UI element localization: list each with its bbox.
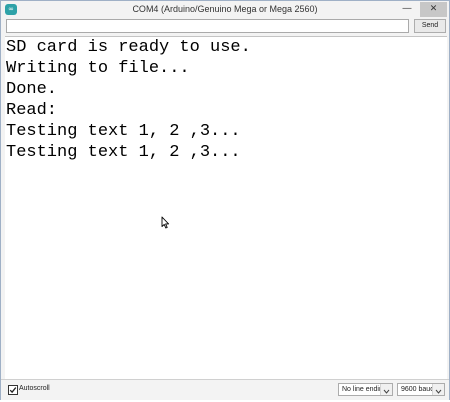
serial-output[interactable]: SD card is ready to use. Writing to file… — [5, 36, 447, 379]
minimize-button[interactable]: — — [395, 2, 419, 17]
output-line: SD card is ready to use. — [6, 38, 251, 57]
send-row: Send — [1, 18, 449, 36]
output-line: Testing text 1, 2 ,3... — [6, 122, 241, 141]
send-button[interactable]: Send — [414, 19, 446, 33]
autoscroll-label[interactable]: Autoscroll — [19, 384, 50, 394]
output-line: Testing text 1, 2 ,3... — [6, 143, 241, 162]
output-line: Writing to file... — [6, 59, 190, 78]
output-line: Read: — [6, 101, 58, 120]
line-ending-select[interactable]: No line ending — [338, 383, 393, 396]
serial-input[interactable] — [6, 19, 409, 33]
serial-monitor-window: ∞ COM4 (Arduino/Genuino Mega or Mega 256… — [0, 0, 450, 400]
status-bar: Autoscroll No line ending 9600 baud — [1, 379, 449, 400]
close-button[interactable]: ✕ — [420, 2, 447, 17]
autoscroll-checkbox[interactable] — [8, 385, 18, 395]
title-bar[interactable]: ∞ COM4 (Arduino/Genuino Mega or Mega 256… — [1, 1, 449, 18]
baud-rate-value: 9600 baud — [401, 386, 435, 393]
baud-rate-select[interactable]: 9600 baud — [397, 383, 445, 396]
chevron-down-icon — [432, 384, 444, 395]
output-line: Done. — [6, 80, 58, 99]
window-title: COM4 (Arduino/Genuino Mega or Mega 2560) — [132, 4, 318, 14]
chevron-down-icon — [380, 384, 392, 395]
mouse-pointer-icon — [161, 216, 170, 229]
checkmark-icon — [9, 387, 17, 394]
